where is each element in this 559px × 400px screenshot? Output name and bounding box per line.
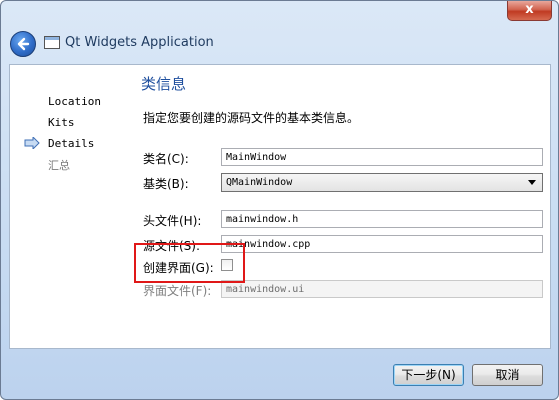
- back-button[interactable]: [10, 31, 36, 57]
- window-close-button[interactable]: x: [507, 1, 552, 21]
- class-name-label: 类名(C):: [143, 152, 189, 166]
- header-file-label: 头文件(H):: [143, 214, 202, 228]
- base-class-value: QMainWindow: [226, 177, 293, 188]
- step-kits: Kits: [48, 116, 75, 129]
- base-class-select[interactable]: QMainWindow: [221, 173, 543, 192]
- class-name-input[interactable]: MainWindow: [221, 148, 543, 166]
- header-file-input[interactable]: mainwindow.h: [221, 210, 543, 228]
- current-step-arrow-icon: [24, 137, 40, 149]
- source-file-input[interactable]: mainwindow.cpp: [221, 235, 543, 253]
- cancel-button[interactable]: 取消: [472, 364, 543, 386]
- next-button[interactable]: 下一步(N): [393, 364, 464, 386]
- arrow-left-icon: [17, 37, 30, 51]
- base-class-label: 基类(B):: [143, 177, 189, 191]
- step-summary: 汇总: [48, 159, 70, 172]
- application-window-icon: [44, 36, 60, 49]
- step-details: Details: [48, 137, 95, 150]
- wizard-title: Qt Widgets Application: [65, 35, 214, 50]
- page-title: 类信息: [141, 75, 187, 93]
- form-file-input[interactable]: mainwindow.ui: [221, 280, 543, 298]
- wizard-content: Location Kits Details 汇总 类信息 指定您要创建的源码文件…: [9, 64, 551, 349]
- form-file-label: 界面文件(F):: [143, 284, 212, 298]
- step-location: Location: [48, 95, 101, 108]
- wizard-window: x Qt Widgets Application Location Kits D…: [0, 0, 559, 400]
- highlight-annotation-box: [134, 243, 245, 283]
- page-subtitle: 指定您要创建的源码文件的基本类信息。: [143, 111, 360, 125]
- chevron-down-icon: [528, 180, 536, 185]
